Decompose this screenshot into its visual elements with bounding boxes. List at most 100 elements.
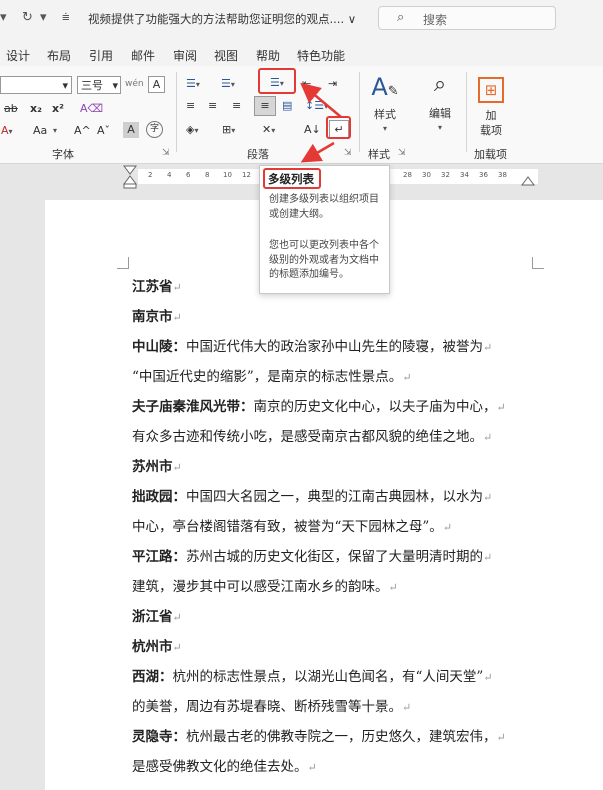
chinese-layout-icon[interactable]: ✕▾: [262, 121, 275, 140]
document-line[interactable]: 是感受佛教文化的绝佳去处。↵: [132, 757, 562, 778]
ruler-tick: 30: [422, 171, 431, 179]
align-center-icon[interactable]: ≡: [208, 97, 217, 115]
tab-featured[interactable]: 特色功能: [297, 47, 345, 64]
align-right-icon[interactable]: ≡: [232, 97, 241, 115]
document-line[interactable]: 浙江省↵: [132, 607, 562, 628]
multilevel-list-tooltip: 多级列表 创建多级列表以组织项目或创建大纲。 您也可以更改列表中各个级别的外观或…: [259, 165, 390, 294]
sort-icon[interactable]: A↓: [304, 121, 321, 139]
tab-help[interactable]: 帮助: [256, 47, 280, 64]
heading-text: 灵隐寺：: [132, 729, 186, 745]
paragraph-mark-icon: ↵: [172, 641, 182, 654]
ruler-tick: 38: [498, 171, 507, 179]
paragraph-mark-icon: ↵: [483, 671, 493, 684]
paragraph-mark-icon: ↵: [402, 371, 412, 384]
ruler-tick: 36: [479, 171, 488, 179]
document-title[interactable]: 视频提供了功能强大的方法帮助您证明您的观点.... ∨: [88, 11, 356, 27]
chevron-down-icon: ▾: [437, 123, 442, 132]
heading-text: 江苏省: [132, 279, 173, 295]
character-shading-button[interactable]: A: [123, 122, 139, 138]
find-icon[interactable]: ⌕: [420, 70, 460, 100]
paragraph-mark-icon: ↵: [402, 701, 412, 714]
decrease-indent-icon[interactable]: ⇤: [302, 75, 311, 93]
enclose-characters-icon[interactable]: 字: [146, 121, 163, 138]
paragraph-group-label: 段落: [247, 148, 269, 161]
document-line[interactable]: 中心，亭台楼阁错落有致，被誉为“天下园林之母”。↵: [132, 517, 562, 538]
superscript-button[interactable]: x²: [52, 100, 64, 118]
paragraph-mark-icon: ↵: [496, 731, 506, 744]
font-group-label: 字体: [52, 148, 74, 161]
document-line[interactable]: 平江路：苏州古城的历史文化街区，保留了大量明清时期的↵: [132, 547, 562, 568]
document-line[interactable]: 拙政园：中国四大名园之一，典型的江南古典园林，以水为↵: [132, 487, 562, 508]
document-line[interactable]: 苏州市↵: [132, 457, 562, 478]
subscript-button[interactable]: x₂: [30, 100, 42, 118]
paragraph-mark-icon: ↵: [172, 461, 182, 474]
line-spacing-icon[interactable]: ↕☰▾: [305, 97, 328, 116]
font-name-dropdown[interactable]: ▾: [0, 76, 72, 94]
tab-view[interactable]: 视图: [214, 47, 238, 64]
document-line[interactable]: 的美誉，周边有苏堤春晓、断桥残雪等十景。↵: [132, 697, 562, 718]
ribbon-tabs: 设计 布局 引用 邮件 审阅 视图 帮助 特色功能: [0, 38, 603, 66]
document-line[interactable]: 南京市↵: [132, 307, 562, 328]
document-line[interactable]: 杭州市↵: [132, 637, 562, 658]
character-border-icon[interactable]: A: [148, 76, 165, 93]
font-size-dropdown[interactable]: 三号 ▾: [77, 76, 121, 94]
quick-access-dropdown-icon[interactable]: ▾: [0, 10, 7, 25]
body-text: “中国近代史的缩影”，是南京的标志性景点。: [132, 369, 403, 385]
body-text: 南京的历史文化中心，以夫子庙为中心，: [253, 399, 497, 415]
right-indent-marker-icon[interactable]: [521, 176, 535, 186]
redo-icon[interactable]: ↻: [22, 10, 33, 25]
font-dialog-launcher-icon[interactable]: ⇲: [162, 148, 170, 158]
tab-mailings[interactable]: 邮件: [131, 47, 155, 64]
heading-text: 夫子庙秦淮风光带：: [132, 399, 254, 415]
paragraph-dialog-launcher-icon[interactable]: ⇲: [344, 148, 352, 158]
numbering-icon[interactable]: ☰▾: [221, 75, 235, 94]
grow-font-button[interactable]: A^: [74, 122, 91, 140]
document-line[interactable]: 夫子庙秦淮风光带：南京的历史文化中心，以夫子庙为中心，↵: [132, 397, 562, 418]
font-color-button[interactable]: A▾: [1, 122, 13, 141]
tooltip-extra-description: 您也可以更改列表中各个级别的外观或者为文档中的标题添加编号。: [269, 240, 379, 280]
search-box[interactable]: ⌕ 搜索: [378, 6, 556, 30]
document-line[interactable]: “中国近代史的缩影”，是南京的标志性景点。↵: [132, 367, 562, 388]
change-case-button[interactable]: Aa: [33, 122, 47, 140]
indent-marker-icon[interactable]: [121, 164, 139, 190]
redo-dropdown-icon[interactable]: ▾: [40, 10, 47, 25]
borders-icon[interactable]: ⊞▾: [222, 121, 235, 140]
margin-corner-mark: [532, 257, 544, 269]
chevron-down-icon: ▾: [62, 79, 68, 92]
tab-review[interactable]: 审阅: [173, 47, 197, 64]
document-line[interactable]: 中山陵：中国近代伟大的政治家孙中山先生的陵寝，被誉为↵: [132, 337, 562, 358]
bullets-icon[interactable]: ☰▾: [186, 75, 200, 94]
tab-references[interactable]: 引用: [89, 47, 113, 64]
tab-design[interactable]: 设计: [6, 47, 30, 64]
increase-indent-icon[interactable]: ⇥: [328, 75, 337, 93]
document-line[interactable]: 灵隐寺：杭州最古老的佛教寺院之一，历史悠久，建筑宏伟，↵: [132, 727, 562, 748]
change-case-dropdown-icon[interactable]: ▾: [53, 122, 57, 140]
styles-dialog-launcher-icon[interactable]: ⇲: [398, 148, 406, 158]
document-line[interactable]: 建筑，漫步其中可以感受江南水乡的韵味。↵: [132, 577, 562, 598]
body-text: 中国四大名园之一，典型的江南古典园林，以水为: [186, 489, 483, 505]
paragraph-mark-icon: ↵: [307, 761, 317, 774]
addins-button-line2[interactable]: 载项: [470, 122, 512, 140]
strikethrough-button[interactable]: ab: [4, 100, 18, 118]
align-left-icon[interactable]: ≡: [186, 97, 195, 115]
paragraph-mark-icon: ↵: [496, 401, 506, 414]
shrink-font-button[interactable]: Aˇ: [97, 122, 110, 140]
document-line[interactable]: 西湖：杭州的标志性景点，以湖光山色闻名，有“人间天堂”↵: [132, 667, 562, 688]
body-text: 有众多古迹和传统小吃，是感受南京古都风貌的绝佳之地。: [132, 429, 483, 445]
addins-icon[interactable]: ⊞: [478, 77, 504, 103]
customize-toolbar-icon[interactable]: ⩧: [62, 10, 70, 25]
justify-icon[interactable]: ≡: [254, 96, 276, 116]
styles-icon[interactable]: A✎: [365, 72, 405, 107]
shading-icon[interactable]: ◈▾: [186, 121, 198, 140]
styles-group-label: 样式: [368, 148, 390, 161]
heading-text: 浙江省: [132, 609, 173, 625]
tooltip-title: 多级列表: [268, 172, 314, 186]
phonetic-guide-icon[interactable]: wén: [125, 75, 144, 93]
distributed-icon[interactable]: ▤: [282, 97, 292, 115]
margin-corner-mark: [117, 257, 129, 269]
heading-text: 南京市: [132, 309, 173, 325]
clear-formatting-icon[interactable]: A⌫: [80, 100, 103, 118]
search-placeholder: 搜索: [423, 13, 448, 27]
document-line[interactable]: 有众多古迹和传统小吃，是感受南京古都风貌的绝佳之地。↵: [132, 427, 562, 448]
tab-layout[interactable]: 布局: [47, 47, 71, 64]
